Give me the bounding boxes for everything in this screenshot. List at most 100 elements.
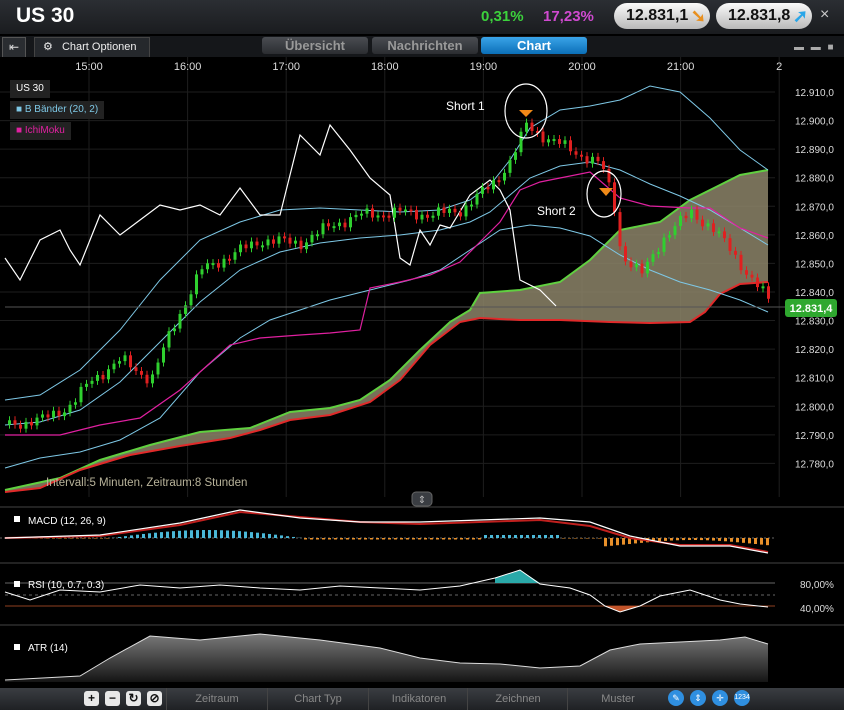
candle <box>607 168 611 183</box>
candle <box>624 246 627 262</box>
instrument-title: US 30 <box>16 4 75 27</box>
candle <box>525 122 528 132</box>
title-bar: US 30 0,31% 17,23% 12.831,1 ➘ 12.831,8 ➚… <box>0 0 844 34</box>
macd-bar <box>100 538 103 539</box>
macd-bar <box>286 536 289 538</box>
macd-bar <box>436 538 439 540</box>
candle <box>272 239 275 244</box>
candle <box>426 214 429 218</box>
macd-bar <box>622 538 625 545</box>
candle <box>134 367 138 372</box>
candle <box>415 209 418 220</box>
candle <box>96 374 99 381</box>
macd-bar <box>688 538 691 541</box>
candle <box>393 207 396 218</box>
macd-bar <box>706 538 709 541</box>
candle <box>673 226 677 236</box>
menu-indicators[interactable]: Indikatoren <box>368 688 469 710</box>
candle <box>52 410 55 418</box>
macd-bar <box>136 534 139 538</box>
candle <box>57 410 61 417</box>
candle <box>140 371 143 375</box>
price-label: 12.810,0 <box>795 374 834 385</box>
macd-bar <box>748 538 751 544</box>
legend-bollinger[interactable]: ■ B Bänder (20, 2) <box>10 101 105 119</box>
macd-bar <box>166 531 169 538</box>
candle <box>255 241 259 246</box>
macd-bar <box>130 535 133 538</box>
minus-icon[interactable]: − <box>105 691 120 706</box>
candle <box>349 217 352 228</box>
macd-bar <box>214 530 217 538</box>
macd-bar <box>664 538 667 541</box>
updown-icon[interactable]: ⇕ <box>690 690 706 706</box>
candle <box>706 223 710 227</box>
candle <box>503 172 506 181</box>
candle <box>206 263 209 270</box>
candle <box>569 140 572 152</box>
macd-bar <box>208 530 211 538</box>
price-label: 12.900,0 <box>795 117 834 128</box>
price-label: 12.800,0 <box>795 402 834 413</box>
menu-chart-type[interactable]: Chart Typ <box>267 688 368 710</box>
candle <box>728 238 732 251</box>
legend-ichimoku[interactable]: ■ IchiMoku <box>10 122 71 140</box>
window-controls[interactable]: ▬ ▬ ■ <box>794 42 836 53</box>
candle <box>189 294 193 306</box>
macd-bar <box>250 532 253 538</box>
plus-icon[interactable]: + <box>84 691 99 706</box>
chart-area[interactable]: Short 1 Short 2 Intervall:5 Minuten, Zei… <box>0 57 844 688</box>
macd-bar <box>478 538 481 540</box>
candle <box>129 355 132 368</box>
candle <box>442 207 446 213</box>
crosshair-icon[interactable]: ✛ <box>712 690 728 706</box>
candle <box>244 244 248 249</box>
macd-bar <box>202 530 205 538</box>
candle <box>514 152 517 160</box>
candle <box>739 254 743 271</box>
macd-bar <box>496 535 499 538</box>
sell-button[interactable]: 12.831,1 ➘ <box>614 3 710 29</box>
macd-bar <box>352 538 355 540</box>
tab-overview[interactable]: Übersicht <box>262 37 368 54</box>
macd-bar <box>586 538 589 539</box>
close-icon[interactable]: × <box>820 6 829 24</box>
macd-bar <box>442 538 445 540</box>
macd-bar <box>718 538 721 541</box>
menu-patterns[interactable]: Muster <box>567 688 668 710</box>
tab-news[interactable]: Nachrichten <box>372 37 478 54</box>
price-label: 12.830,0 <box>795 317 834 328</box>
pencil-icon[interactable]: ✎ <box>668 690 684 706</box>
legend-instrument[interactable]: US 30 <box>10 80 50 98</box>
cancel-icon[interactable]: ⊘ <box>147 691 162 706</box>
candle <box>492 180 495 190</box>
candle <box>409 209 413 212</box>
candle <box>360 213 363 216</box>
price-label: 12.890,0 <box>795 145 834 156</box>
macd-bar <box>610 538 613 546</box>
collapse-panel-button[interactable]: ⇤ <box>2 37 26 58</box>
macd-bar <box>142 533 145 538</box>
menu-period[interactable]: Zeitraum <box>166 688 267 710</box>
menu-drawing[interactable]: Zeichnen <box>467 688 568 710</box>
candle <box>63 412 66 417</box>
macd-bar <box>358 538 361 540</box>
candle <box>288 237 292 244</box>
time-label: 18:00 <box>371 61 399 73</box>
macd-bar <box>700 538 703 541</box>
candle <box>679 215 682 227</box>
price-label: 12.880,0 <box>795 174 834 185</box>
candle <box>684 215 688 219</box>
candle <box>46 414 50 418</box>
macd-bar <box>550 535 553 538</box>
refresh-icon[interactable]: ↻ <box>126 691 141 706</box>
candle <box>310 234 314 243</box>
macd-bar <box>580 538 583 539</box>
candle <box>123 355 127 362</box>
chart-options-button[interactable]: ⚙ Chart Optionen <box>34 37 150 58</box>
candle <box>156 362 160 375</box>
macd-bar <box>502 535 505 538</box>
numbers-icon[interactable]: 1234 <box>734 690 750 706</box>
buy-button[interactable]: 12.831,8 ➚ <box>716 3 812 29</box>
tab-chart[interactable]: Chart <box>481 37 587 54</box>
